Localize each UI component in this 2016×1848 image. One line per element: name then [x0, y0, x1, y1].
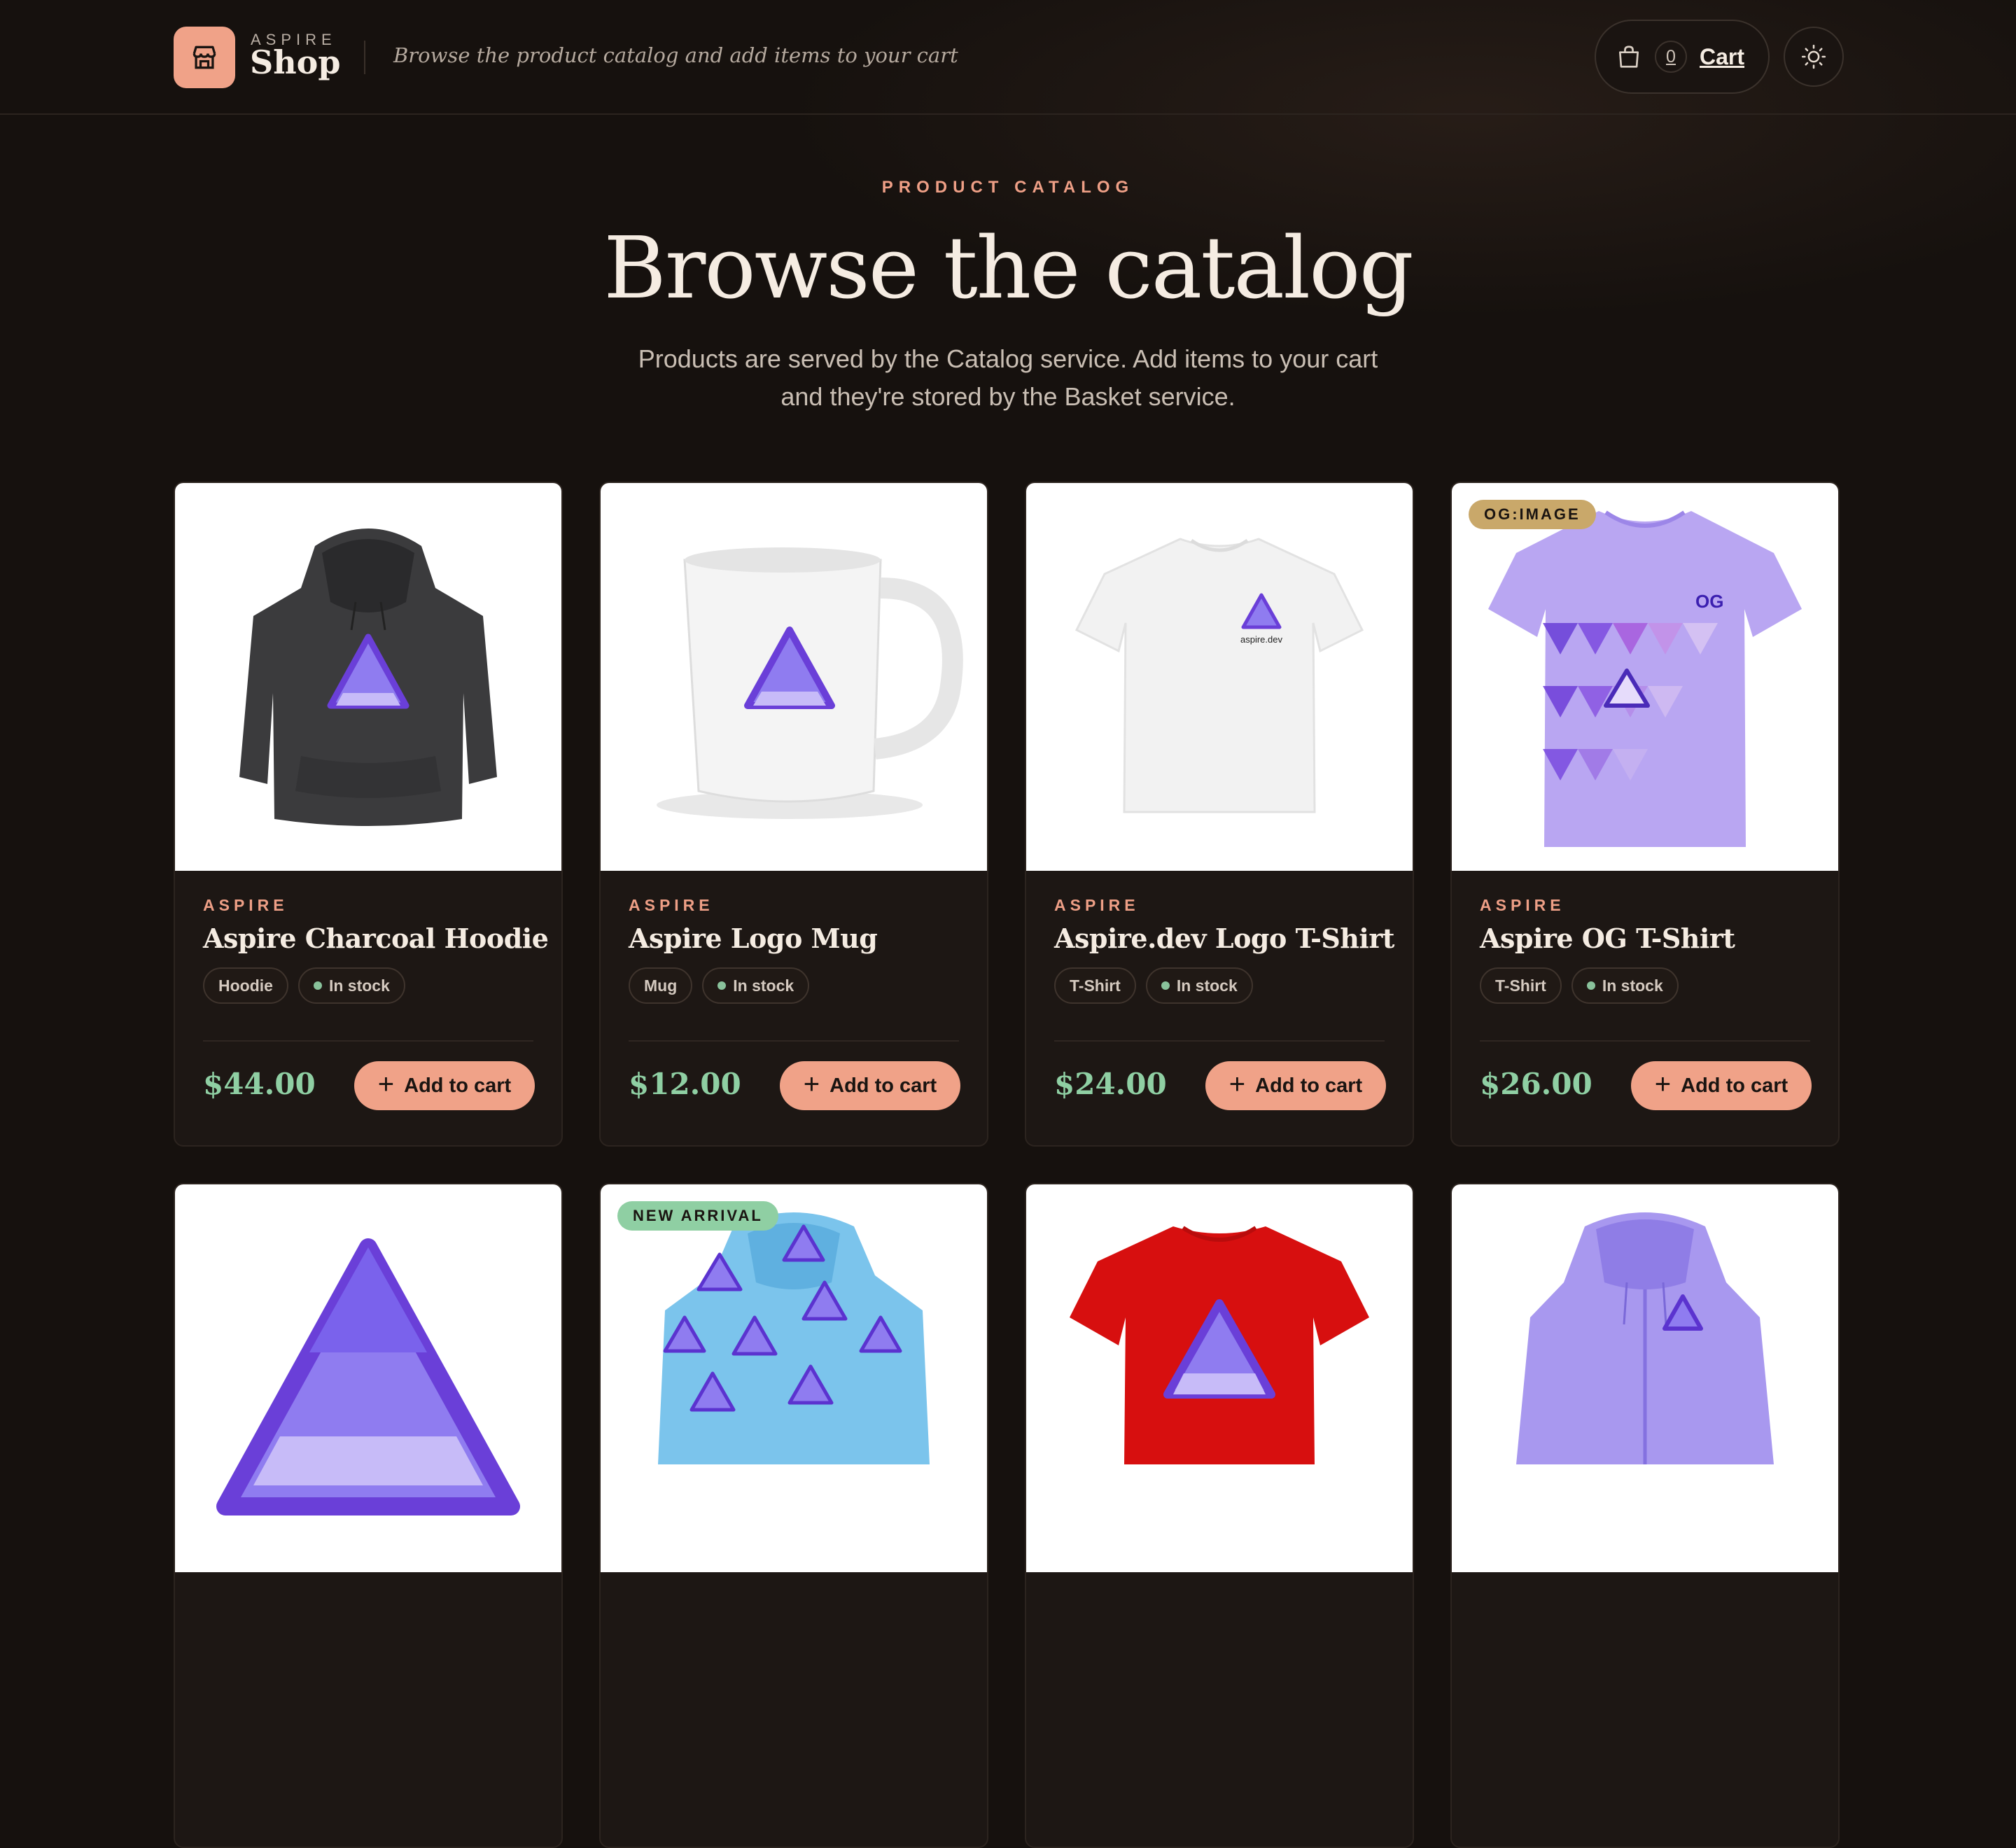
card-divider — [203, 1040, 533, 1042]
hero-subtitle: Products are served by the Catalog servi… — [638, 344, 1378, 411]
add-to-cart-button[interactable]: + Add to cart — [354, 1061, 535, 1110]
theme-toggle-button[interactable] — [1784, 27, 1844, 87]
product-brand: ASPIRE — [629, 896, 714, 914]
product-title[interactable]: Aspire Charcoal Hoodie — [203, 923, 549, 954]
white-tshirt-image: aspire.dev — [1074, 538, 1364, 813]
card-divider — [1480, 1040, 1810, 1042]
stock-dot-icon — [313, 981, 322, 990]
category-chip: T-Shirt — [1054, 967, 1136, 1004]
shopping-bag-icon — [1618, 46, 1639, 68]
lavender-zip-hoodie-image — [1516, 1212, 1774, 1464]
red-tshirt-image — [1070, 1226, 1369, 1464]
header-tagline: Browse the product catalog and add items… — [393, 43, 958, 67]
product-card: ASPIRE Aspire Charcoal Hoodie Hoodie In … — [174, 482, 563, 1147]
storefront-icon — [192, 46, 216, 69]
mug-image — [657, 547, 963, 819]
page-title: Browse the catalog — [603, 218, 1413, 318]
stock-chip: In stock — [298, 967, 405, 1004]
hoodie-image — [239, 528, 497, 826]
plus-icon: + — [1228, 1069, 1246, 1100]
product-title[interactable]: Aspire Logo Mug — [629, 923, 965, 954]
add-to-cart-label: Add to cart — [404, 1074, 512, 1097]
product-card: ASPIRE Aspire Logo Mug Mug In stock $12.… — [599, 482, 988, 1147]
cart-button[interactable]: 0 Cart — [1595, 20, 1770, 94]
add-to-cart-button[interactable]: + Add to cart — [1205, 1061, 1386, 1110]
stock-label: In stock — [328, 976, 390, 995]
product-price: $24.00 — [1054, 1067, 1167, 1101]
product-card: aspire.dev ASPIRE Aspire.dev Logo T-Shir… — [1025, 482, 1414, 1147]
add-to-cart-label: Add to cart — [830, 1074, 937, 1097]
plus-icon: + — [803, 1069, 820, 1100]
product-card — [1025, 1183, 1414, 1848]
og-tshirt-image: OG — [1488, 510, 1802, 847]
category-chip: Hoodie — [203, 967, 288, 1004]
add-to-cart-label: Add to cart — [1255, 1074, 1363, 1097]
stock-chip: In stock — [1571, 967, 1679, 1004]
brand-name: Shop — [250, 43, 341, 81]
product-image[interactable] — [175, 1184, 561, 1572]
product-brand: ASPIRE — [1054, 896, 1140, 914]
product-brand: ASPIRE — [203, 896, 288, 914]
product-image[interactable]: aspire.dev — [1026, 483, 1413, 871]
stock-label: In stock — [1602, 976, 1663, 995]
stock-chip: In stock — [702, 967, 810, 1004]
card-divider — [1054, 1040, 1385, 1042]
product-price: $44.00 — [203, 1067, 316, 1101]
stock-chip: In stock — [1145, 967, 1253, 1004]
new-arrival-badge: NEW ARRIVAL — [617, 1201, 778, 1231]
stock-label: In stock — [1176, 976, 1238, 995]
sun-icon — [1801, 44, 1826, 69]
product-card: OG OG:IMAGE ASPIRE Aspire OG T-Shirt T-S… — [1450, 482, 1840, 1147]
patterned-hoodie-image — [658, 1212, 930, 1464]
top-header: ASPIRE Shop Browse the product catalog a… — [0, 0, 2016, 115]
add-to-cart-button[interactable]: + Add to cart — [780, 1061, 960, 1110]
header-divider — [364, 41, 365, 74]
product-image[interactable] — [175, 483, 561, 871]
product-title[interactable]: Aspire.dev Logo T-Shirt — [1054, 923, 1394, 954]
product-image[interactable] — [1452, 1184, 1838, 1572]
stock-dot-icon — [718, 981, 727, 990]
shop-logo[interactable] — [174, 27, 235, 88]
stock-label: In stock — [733, 976, 794, 995]
product-image[interactable] — [601, 483, 987, 871]
product-image[interactable]: NEW ARRIVAL — [601, 1184, 987, 1572]
plus-icon: + — [377, 1069, 395, 1100]
stock-dot-icon — [1586, 981, 1595, 990]
plus-icon: + — [1654, 1069, 1672, 1100]
product-brand: ASPIRE — [1480, 896, 1565, 914]
add-to-cart-button[interactable]: + Add to cart — [1631, 1061, 1812, 1110]
stock-dot-icon — [1161, 981, 1170, 990]
product-image[interactable]: OG OG:IMAGE — [1452, 483, 1838, 871]
product-card — [1450, 1183, 1840, 1848]
product-price: $26.00 — [1480, 1067, 1592, 1101]
category-chip: T-Shirt — [1480, 967, 1562, 1004]
product-title[interactable]: Aspire OG T-Shirt — [1480, 923, 1816, 954]
hero-eyebrow: PRODUCT CATALOG — [881, 178, 1135, 197]
category-chip: Mug — [629, 967, 693, 1004]
logo-sticker-image — [216, 1238, 520, 1516]
shirt-print-text: OG — [1695, 591, 1723, 612]
add-to-cart-label: Add to cart — [1681, 1074, 1788, 1097]
cart-label: Cart — [1700, 43, 1745, 69]
product-image[interactable] — [1026, 1184, 1413, 1572]
og-image-badge: OG:IMAGE — [1469, 500, 1596, 529]
cart-count-badge: 0 — [1655, 41, 1687, 73]
product-card: NEW ARRIVAL — [599, 1183, 988, 1848]
product-price: $12.00 — [629, 1067, 741, 1101]
shirt-print-text: aspire.dev — [1240, 634, 1282, 645]
card-divider — [629, 1040, 959, 1042]
product-card — [174, 1183, 563, 1848]
